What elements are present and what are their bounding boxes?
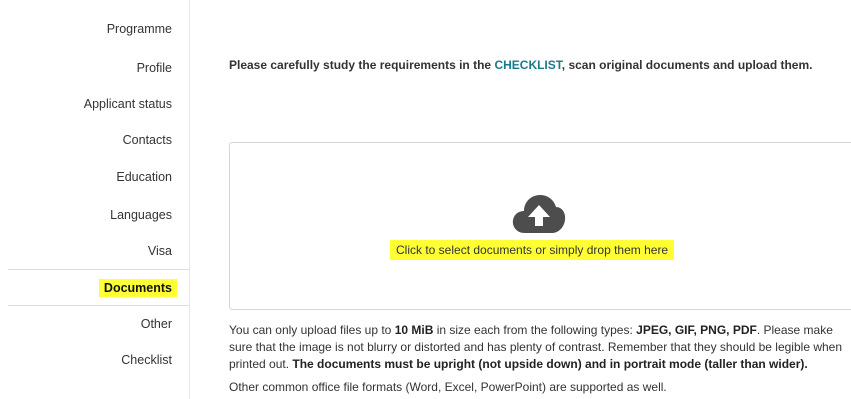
main-content: Please carefully study the requirements … (229, 0, 851, 399)
allowed-types: JPEG, GIF, PNG, PDF (636, 323, 757, 337)
nav-contacts[interactable]: Contacts (123, 133, 172, 147)
nav-divider (8, 305, 189, 306)
office-formats-note: Other common office file formats (Word, … (229, 380, 667, 394)
nav-visa[interactable]: Visa (148, 244, 172, 258)
cloud-upload-icon (512, 193, 566, 240)
nav-divider (8, 269, 189, 270)
checklist-link[interactable]: CHECKLIST (494, 58, 561, 72)
upload-dropzone[interactable]: Click to select documents or simply drop… (229, 142, 851, 310)
info-part2: in size each from the following types: (433, 323, 637, 337)
dropzone-text: Click to select documents or simply drop… (390, 240, 675, 260)
sidebar: Programme Profile Applicant status Conta… (0, 0, 190, 399)
nav-education[interactable]: Education (116, 170, 172, 184)
instructions-before: Please carefully study the requirements … (229, 58, 495, 72)
instructions-text: Please carefully study the requirements … (229, 58, 812, 72)
instructions-after: , scan original documents and upload the… (561, 58, 813, 72)
nav-applicant-status[interactable]: Applicant status (84, 97, 172, 111)
nav-languages[interactable]: Languages (110, 208, 172, 222)
orientation-note: The documents must be upright (not upsid… (292, 357, 808, 371)
nav-documents[interactable]: Documents (98, 279, 177, 297)
upload-info: You can only upload files up to 10 MiB i… (229, 322, 851, 373)
nav-other[interactable]: Other (141, 317, 172, 331)
nav-checklist[interactable]: Checklist (121, 353, 172, 367)
nav-profile[interactable]: Profile (137, 61, 172, 75)
info-part1: You can only upload files up to (229, 323, 395, 337)
nav-programme[interactable]: Programme (107, 22, 172, 36)
max-size: 10 MiB (394, 323, 434, 337)
